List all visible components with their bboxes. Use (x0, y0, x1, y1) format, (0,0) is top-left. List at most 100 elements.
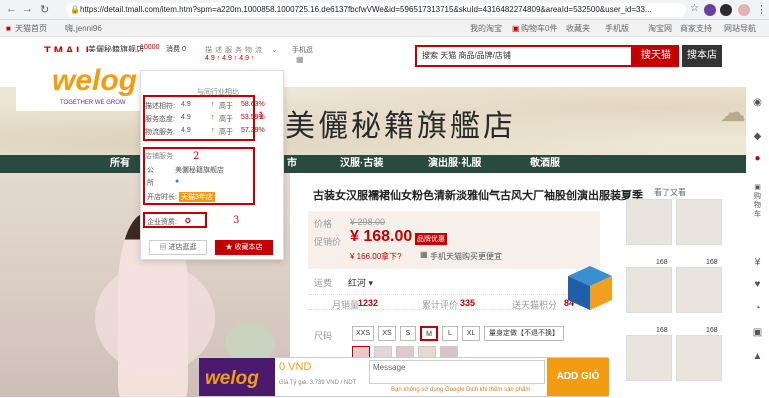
cart-icon: ▣ (512, 24, 520, 33)
annotation-3: 3 (233, 215, 240, 226)
link-sitemap[interactable]: 网站导航 (724, 20, 756, 37)
diamond-icon[interactable]: ◆ (746, 131, 769, 142)
username[interactable]: jenni96 (76, 20, 102, 37)
catnav-hanfu[interactable]: 汉服·古装 (340, 155, 383, 173)
size-label: 尺码 (314, 331, 333, 341)
catnav-toast-dress[interactable]: 敬酒服 (530, 155, 560, 173)
welog-bottom-logo: welog (199, 358, 275, 396)
message-input[interactable]: Message (369, 360, 545, 384)
enter-shop-label: 进店逛逛 (168, 244, 197, 251)
related-item[interactable] (676, 267, 722, 313)
url-text: https://detail.tmall.com/item.htm?spm=a2… (80, 5, 652, 14)
related-products: 看了又看 168 168 168 168 (624, 187, 724, 397)
user-icon[interactable]: ◉ (746, 97, 769, 108)
coupon-count: 10000 (140, 44, 160, 51)
link-cart[interactable]: 购物车0件 (521, 20, 557, 37)
monthly-value: 1232 (358, 298, 379, 308)
size-option[interactable]: L (442, 326, 458, 341)
address-bar[interactable]: 🔒 https://detail.tmall.com/item.htm?spm=a… (66, 3, 686, 17)
link-mobile[interactable]: 手机版 (605, 20, 629, 37)
clock-icon[interactable]: ◔ (746, 303, 769, 314)
related-item[interactable] (676, 199, 722, 245)
search-placeholder: 搜索 天猫 商品/品牌/店铺 (422, 51, 511, 60)
message-placeholder: Message (373, 363, 406, 372)
chevron-down-icon[interactable]: ⌄ (271, 45, 278, 54)
size-option-selected[interactable]: M (420, 326, 438, 341)
lock-icon: 🔒 (70, 5, 80, 14)
rating-labels: 描述服务物流 (205, 47, 265, 54)
shop-info-popup: 与同行业相比 描述相符: 4.9 ↑ 高于 58.63% 服务态度: 4.9 ↑… (140, 70, 284, 260)
logo-word: welog (205, 368, 259, 389)
site-topbar: ■ 天猫首页 嗨, jenni96 我的淘宝 ▣ 购物车0件 收藏夹 手机版 淘… (0, 20, 769, 37)
qr-icon[interactable]: ▦ (420, 250, 428, 259)
related-price: 168 (704, 259, 720, 266)
yen-icon[interactable]: ¥ (746, 257, 769, 268)
catnav-performance[interactable]: 演出服·礼服 (428, 155, 481, 173)
banner-title: 美儷秘籍旗艦店 (285, 109, 516, 144)
size-option[interactable]: XXS (352, 326, 374, 341)
annotation-2: 2 (193, 151, 200, 162)
related-item[interactable] (626, 267, 672, 313)
related-item[interactable] (626, 199, 672, 245)
avatar[interactable] (738, 4, 750, 16)
related-price: 168 (654, 259, 670, 266)
heart-icon[interactable]: ♥ (746, 279, 769, 290)
size-option[interactable]: S (400, 326, 416, 341)
reload-icon[interactable]: ↻ (40, 3, 49, 16)
extension-icon[interactable] (704, 4, 716, 16)
back-icon[interactable]: ← (6, 3, 17, 15)
back-to-top-icon[interactable]: ▲ (746, 351, 769, 362)
cart-icon[interactable]: ▣ (746, 327, 769, 338)
link-my-taobao[interactable]: 我的淘宝 (470, 20, 502, 37)
mobile-tip[interactable]: 手机天猫购买更便宜 (430, 251, 502, 262)
star-icon[interactable]: ☆ (690, 3, 699, 14)
size-option[interactable]: XL (462, 326, 480, 341)
greeting: 嗨, (65, 24, 76, 33)
coupon-price[interactable]: ¥ 166.00拿下? (350, 251, 402, 262)
link-taobao[interactable]: 淘宝网 (648, 20, 672, 37)
menu-icon[interactable]: ⋮ (756, 3, 767, 16)
ship-select[interactable]: 红河 ▾ (348, 276, 373, 289)
enter-shop-button[interactable]: ▤ 进店逛逛 (149, 240, 207, 255)
catnav-market[interactable]: 市 (287, 155, 297, 173)
price-box: 价格 ¥ 298.00 促销价 ¥ 168.00 品牌优惠 ¥ 166.00拿下… (308, 211, 600, 269)
link-seller-support[interactable]: 商家支持 (680, 20, 712, 37)
related-item[interactable] (676, 335, 722, 381)
home-icon: ■ (6, 24, 11, 33)
favorite-shop-button[interactable]: ★ 收藏本店 (215, 240, 273, 255)
extension-icon[interactable] (720, 4, 732, 16)
forward-icon[interactable]: → (22, 3, 33, 15)
catnav-all[interactable]: 所有 (110, 155, 130, 173)
link-favorites[interactable]: 收藏夹 (566, 20, 590, 37)
3d-cube-icon (568, 266, 612, 310)
related-price: 168 (654, 327, 670, 334)
logo-tagline: TOGETHER WE GROW (60, 100, 126, 106)
reviews-value[interactable]: 335 (460, 298, 475, 308)
monthly-label: 月销量 (332, 300, 360, 310)
add-cart-button[interactable]: ADD GIỎ (547, 358, 609, 396)
qr-icon[interactable]: ▦ (296, 55, 304, 64)
search-input[interactable]: 搜索 天猫 商品/品牌/店铺 (415, 45, 633, 67)
rating-scores: 4.9 ↑ 4.9 ↑ 4.9 ↑ (205, 55, 255, 62)
link-tmall-home[interactable]: 天猫首页 (15, 20, 47, 37)
highlight-box-ratings (143, 95, 255, 141)
orig-price: ¥ 298.00 (350, 217, 386, 227)
cart-sidebar-icon[interactable]: ▣ 购物车 (746, 183, 769, 219)
related-item[interactable] (626, 335, 672, 381)
thumbs-label: 看了又看 (654, 188, 686, 197)
size-option[interactable]: XS (378, 326, 396, 341)
search-shop-button[interactable]: 搜本店 (682, 45, 722, 67)
location-icon[interactable]: ● (746, 153, 769, 164)
product-options: 运费 红河 ▾ 月销量 1232 累计评价 335 送天猫积分 84 尺码 XX… (308, 270, 600, 360)
points-label: 送天猫积分 (512, 300, 558, 310)
promo-tag: 品牌优惠 (415, 233, 447, 245)
phone-label[interactable]: 手机逛 (292, 45, 313, 55)
category-nav: 所有 市 汉服·古装 演出服·礼服 敬酒服 (0, 155, 769, 173)
stats-row: 月销量 1232 累计评价 335 送天猫积分 84 (308, 294, 600, 310)
size-option[interactable]: 量身定做【不退不换】 (484, 326, 564, 341)
price-vnd: 0 VND (279, 361, 312, 373)
favorite-shop-label: 收藏本店 (234, 244, 263, 251)
promo-price-label: 促销价 (314, 237, 342, 247)
search-tmall-button[interactable]: 搜天猫 (633, 45, 679, 67)
annotation-1: 1 (258, 111, 265, 122)
